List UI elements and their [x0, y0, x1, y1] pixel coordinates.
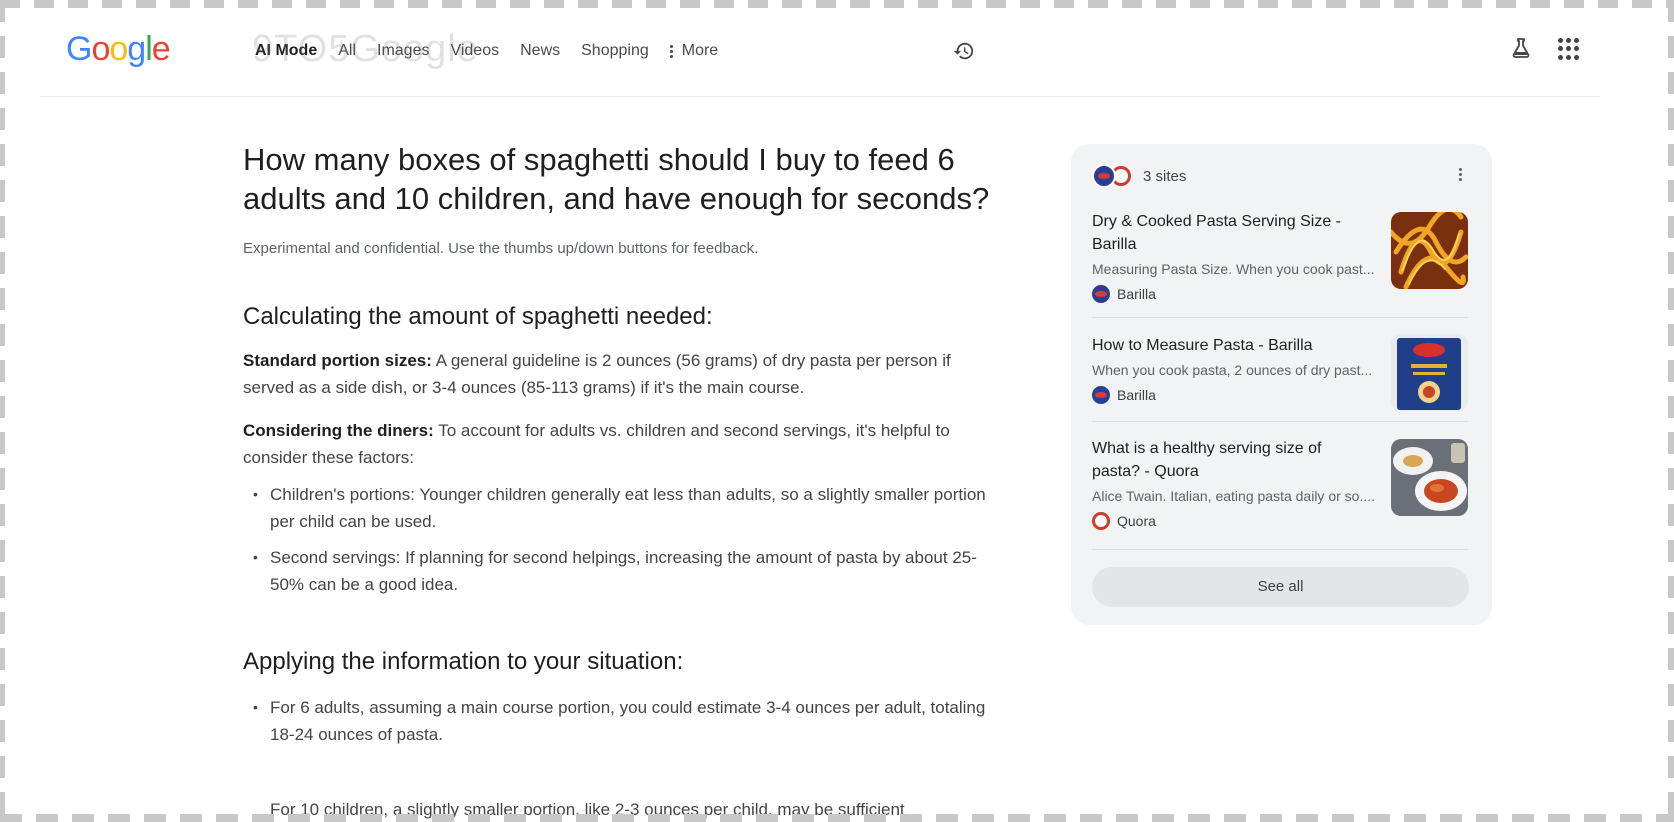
source-card[interactable]: Dry & Cooked Pasta Serving Size - Barill…: [1092, 210, 1468, 318]
source-title: How to Measure Pasta - Barilla: [1092, 337, 1313, 354]
source-site-name: Barilla: [1117, 387, 1156, 403]
sources-panel: 3 sites Dry & Cooked Pasta Serving Size …: [1071, 144, 1492, 625]
more-options-icon[interactable]: [1459, 166, 1463, 183]
barilla-favicon: [1092, 164, 1116, 188]
search-tabs: AI Mode All Images Videos News Shopping …: [255, 42, 739, 60]
section-heading: Calculating the amount of spaghetti need…: [243, 303, 713, 330]
list-item: Second servings: If planning for second …: [243, 544, 1003, 598]
frame-left-edge: [0, 0, 5, 822]
tab-shopping[interactable]: Shopping: [581, 42, 649, 60]
tab-all[interactable]: All: [338, 42, 356, 60]
logo-letter: o: [91, 30, 110, 68]
barilla-favicon: [1092, 285, 1110, 303]
query-title: How many boxes of spaghetti should I buy…: [243, 142, 990, 216]
disclaimer: Experimental and confidential. Use the t…: [243, 240, 759, 257]
sources-header[interactable]: 3 sites: [1092, 164, 1186, 188]
list-item: For 6 adults, assuming a main course por…: [243, 694, 1003, 748]
tab-news[interactable]: News: [520, 42, 560, 60]
source-site-name: Barilla: [1117, 286, 1156, 302]
paragraph-lead: Standard portion sizes:: [243, 351, 432, 370]
source-title: Dry & Cooked Pasta Serving Size - Barill…: [1092, 213, 1341, 253]
paragraph-portion-sizes: Standard portion sizes: A general guidel…: [243, 347, 1003, 401]
barilla-favicon: [1092, 386, 1110, 404]
logo-letter: o: [109, 30, 128, 68]
tab-ai-mode[interactable]: AI Mode: [255, 42, 317, 60]
pasta-plate-thumbnail: [1391, 439, 1468, 516]
logo-letter: e: [151, 30, 171, 68]
bullet-list: Children's portions: Younger children ge…: [243, 481, 1003, 598]
section-heading: Applying the information to your situati…: [243, 648, 684, 675]
labs-flask-icon[interactable]: [1509, 36, 1533, 60]
source-card[interactable]: How to Measure Pasta - Barilla When you …: [1092, 334, 1468, 422]
history-icon[interactable]: [953, 40, 975, 62]
bullet-list: For 6 adults, assuming a main course por…: [243, 694, 1003, 748]
tab-images[interactable]: Images: [377, 42, 429, 60]
source-site-name: Quora: [1117, 513, 1156, 529]
frame-top-edge: [0, 0, 1674, 8]
tab-more-label: More: [681, 42, 719, 59]
frame-right-edge: [1668, 0, 1674, 822]
paragraph-diners: Considering the diners: To account for a…: [243, 417, 1003, 471]
list-item-cutoff: For 10 children, a slightly smaller port…: [270, 800, 905, 819]
google-logo[interactable]: Google: [66, 30, 171, 69]
pasta-thumbnail: [1391, 212, 1468, 289]
tab-more[interactable]: More: [669, 42, 719, 60]
quora-favicon: [1092, 512, 1110, 530]
list-item: Children's portions: Younger children ge…: [243, 481, 1003, 535]
header-divider: [40, 96, 1600, 97]
logo-letter: g: [127, 30, 146, 68]
logo-letter: G: [66, 30, 92, 68]
more-vert-icon: [669, 43, 674, 60]
source-card[interactable]: What is a healthy serving size of pasta?…: [1092, 437, 1468, 550]
paragraph-lead: Considering the diners:: [243, 421, 434, 440]
pasta-box-thumbnail: [1391, 334, 1468, 411]
ai-answer: How many boxes of spaghetti should I buy…: [243, 140, 1003, 757]
source-title: What is a healthy serving size of pasta?…: [1092, 440, 1322, 480]
apps-grid-icon[interactable]: [1558, 38, 1580, 60]
sites-count: 3 sites: [1143, 167, 1187, 185]
see-all-button[interactable]: See all: [1092, 567, 1469, 607]
tab-videos[interactable]: Videos: [450, 42, 499, 60]
